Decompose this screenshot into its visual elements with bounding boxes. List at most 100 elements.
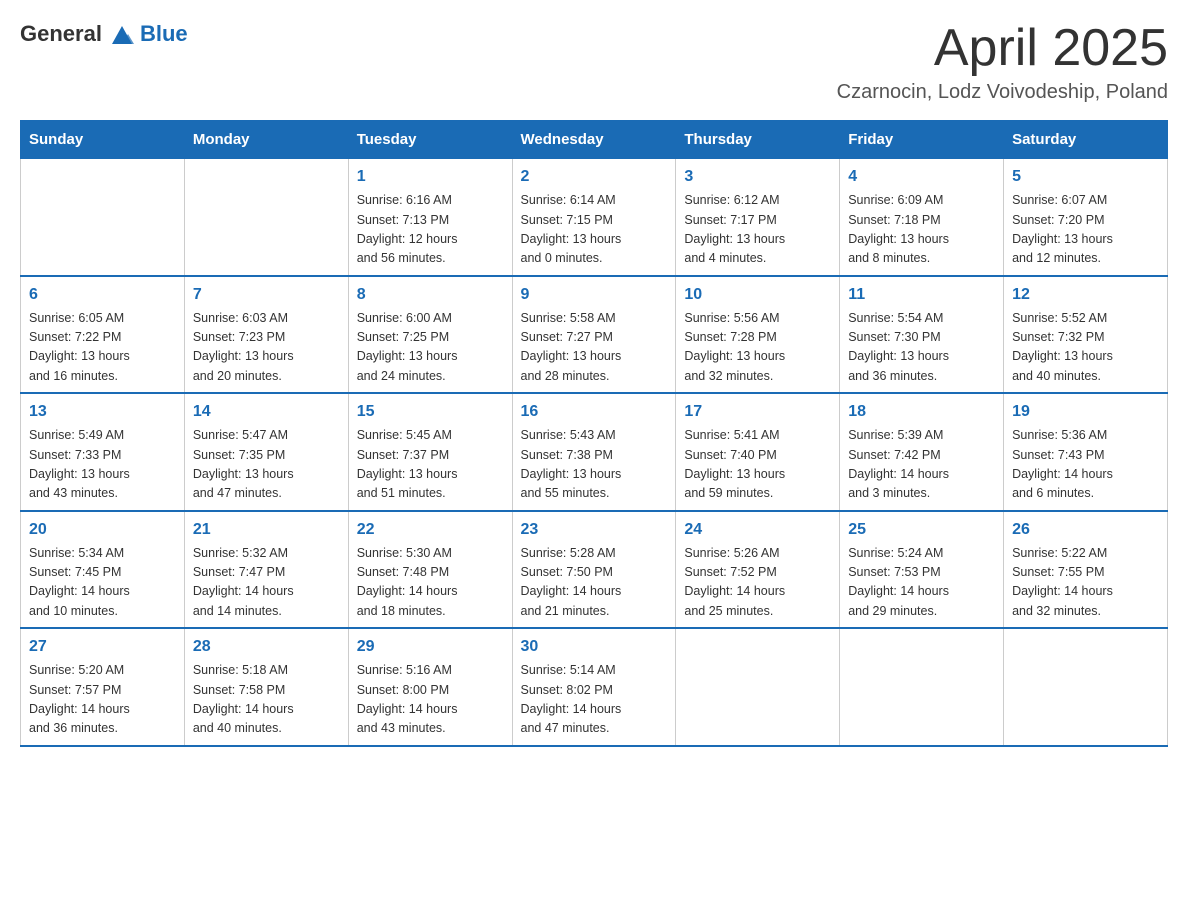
day-number: 10 [684, 283, 831, 307]
day-number: 18 [848, 400, 995, 424]
day-number: 17 [684, 400, 831, 424]
calendar-cell: 26Sunrise: 5:22 AMSunset: 7:55 PMDayligh… [1004, 511, 1168, 629]
calendar-cell: 17Sunrise: 5:41 AMSunset: 7:40 PMDayligh… [676, 393, 840, 511]
day-info: Sunrise: 5:47 AMSunset: 7:35 PMDaylight:… [193, 426, 340, 504]
day-info: Sunrise: 6:16 AMSunset: 7:13 PMDaylight:… [357, 191, 504, 269]
month-title: April 2025 [837, 20, 1168, 77]
location-subtitle: Czarnocin, Lodz Voivodeship, Poland [837, 81, 1168, 104]
logo-text-general: General [20, 21, 102, 47]
day-number: 21 [193, 518, 340, 542]
day-number: 15 [357, 400, 504, 424]
day-info: Sunrise: 5:49 AMSunset: 7:33 PMDaylight:… [29, 426, 176, 504]
day-number: 6 [29, 283, 176, 307]
day-info: Sunrise: 5:41 AMSunset: 7:40 PMDaylight:… [684, 426, 831, 504]
day-info: Sunrise: 5:14 AMSunset: 8:02 PMDaylight:… [521, 661, 668, 739]
calendar-table: SundayMondayTuesdayWednesdayThursdayFrid… [20, 120, 1168, 747]
calendar-cell: 3Sunrise: 6:12 AMSunset: 7:17 PMDaylight… [676, 159, 840, 276]
calendar-cell: 29Sunrise: 5:16 AMSunset: 8:00 PMDayligh… [348, 628, 512, 746]
day-number: 25 [848, 518, 995, 542]
day-info: Sunrise: 5:39 AMSunset: 7:42 PMDaylight:… [848, 426, 995, 504]
column-header-monday: Monday [184, 121, 348, 159]
calendar-week-row: 6Sunrise: 6:05 AMSunset: 7:22 PMDaylight… [21, 276, 1168, 394]
day-number: 30 [521, 635, 668, 659]
day-number: 20 [29, 518, 176, 542]
calendar-cell: 1Sunrise: 6:16 AMSunset: 7:13 PMDaylight… [348, 159, 512, 276]
calendar-header-row: SundayMondayTuesdayWednesdayThursdayFrid… [21, 121, 1168, 159]
calendar-cell [676, 628, 840, 746]
day-number: 4 [848, 165, 995, 189]
calendar-week-row: 27Sunrise: 5:20 AMSunset: 7:57 PMDayligh… [21, 628, 1168, 746]
calendar-cell: 15Sunrise: 5:45 AMSunset: 7:37 PMDayligh… [348, 393, 512, 511]
calendar-week-row: 20Sunrise: 5:34 AMSunset: 7:45 PMDayligh… [21, 511, 1168, 629]
day-number: 16 [521, 400, 668, 424]
day-number: 29 [357, 635, 504, 659]
calendar-cell: 25Sunrise: 5:24 AMSunset: 7:53 PMDayligh… [840, 511, 1004, 629]
day-info: Sunrise: 5:30 AMSunset: 7:48 PMDaylight:… [357, 544, 504, 622]
day-number: 11 [848, 283, 995, 307]
calendar-cell: 6Sunrise: 6:05 AMSunset: 7:22 PMDaylight… [21, 276, 185, 394]
calendar-cell [21, 159, 185, 276]
day-info: Sunrise: 5:56 AMSunset: 7:28 PMDaylight:… [684, 309, 831, 387]
column-header-thursday: Thursday [676, 121, 840, 159]
column-header-tuesday: Tuesday [348, 121, 512, 159]
calendar-cell: 13Sunrise: 5:49 AMSunset: 7:33 PMDayligh… [21, 393, 185, 511]
day-number: 13 [29, 400, 176, 424]
day-info: Sunrise: 5:52 AMSunset: 7:32 PMDaylight:… [1012, 309, 1159, 387]
day-info: Sunrise: 5:24 AMSunset: 7:53 PMDaylight:… [848, 544, 995, 622]
page-header: General Blue April 2025 Czarnocin, Lodz … [20, 20, 1168, 104]
day-info: Sunrise: 5:22 AMSunset: 7:55 PMDaylight:… [1012, 544, 1159, 622]
logo: General Blue [20, 20, 188, 48]
calendar-cell: 24Sunrise: 5:26 AMSunset: 7:52 PMDayligh… [676, 511, 840, 629]
day-info: Sunrise: 5:20 AMSunset: 7:57 PMDaylight:… [29, 661, 176, 739]
calendar-cell: 30Sunrise: 5:14 AMSunset: 8:02 PMDayligh… [512, 628, 676, 746]
column-header-wednesday: Wednesday [512, 121, 676, 159]
day-number: 22 [357, 518, 504, 542]
calendar-cell: 16Sunrise: 5:43 AMSunset: 7:38 PMDayligh… [512, 393, 676, 511]
day-info: Sunrise: 6:00 AMSunset: 7:25 PMDaylight:… [357, 309, 504, 387]
day-number: 5 [1012, 165, 1159, 189]
calendar-cell: 5Sunrise: 6:07 AMSunset: 7:20 PMDaylight… [1004, 159, 1168, 276]
day-info: Sunrise: 6:14 AMSunset: 7:15 PMDaylight:… [521, 191, 668, 269]
day-number: 2 [521, 165, 668, 189]
day-info: Sunrise: 5:43 AMSunset: 7:38 PMDaylight:… [521, 426, 668, 504]
calendar-cell: 21Sunrise: 5:32 AMSunset: 7:47 PMDayligh… [184, 511, 348, 629]
day-info: Sunrise: 5:34 AMSunset: 7:45 PMDaylight:… [29, 544, 176, 622]
calendar-cell: 20Sunrise: 5:34 AMSunset: 7:45 PMDayligh… [21, 511, 185, 629]
day-info: Sunrise: 6:05 AMSunset: 7:22 PMDaylight:… [29, 309, 176, 387]
calendar-cell: 7Sunrise: 6:03 AMSunset: 7:23 PMDaylight… [184, 276, 348, 394]
column-header-sunday: Sunday [21, 121, 185, 159]
calendar-cell: 11Sunrise: 5:54 AMSunset: 7:30 PMDayligh… [840, 276, 1004, 394]
day-info: Sunrise: 5:28 AMSunset: 7:50 PMDaylight:… [521, 544, 668, 622]
logo-icon [108, 20, 136, 48]
day-number: 19 [1012, 400, 1159, 424]
day-number: 3 [684, 165, 831, 189]
day-number: 12 [1012, 283, 1159, 307]
column-header-saturday: Saturday [1004, 121, 1168, 159]
title-block: April 2025 Czarnocin, Lodz Voivodeship, … [837, 20, 1168, 104]
calendar-cell: 23Sunrise: 5:28 AMSunset: 7:50 PMDayligh… [512, 511, 676, 629]
day-info: Sunrise: 5:45 AMSunset: 7:37 PMDaylight:… [357, 426, 504, 504]
day-number: 7 [193, 283, 340, 307]
calendar-cell: 9Sunrise: 5:58 AMSunset: 7:27 PMDaylight… [512, 276, 676, 394]
day-number: 8 [357, 283, 504, 307]
day-info: Sunrise: 6:12 AMSunset: 7:17 PMDaylight:… [684, 191, 831, 269]
logo-text-blue: Blue [140, 21, 188, 47]
calendar-cell: 10Sunrise: 5:56 AMSunset: 7:28 PMDayligh… [676, 276, 840, 394]
day-info: Sunrise: 6:07 AMSunset: 7:20 PMDaylight:… [1012, 191, 1159, 269]
day-number: 23 [521, 518, 668, 542]
day-info: Sunrise: 5:54 AMSunset: 7:30 PMDaylight:… [848, 309, 995, 387]
calendar-week-row: 13Sunrise: 5:49 AMSunset: 7:33 PMDayligh… [21, 393, 1168, 511]
day-info: Sunrise: 5:18 AMSunset: 7:58 PMDaylight:… [193, 661, 340, 739]
day-number: 1 [357, 165, 504, 189]
day-info: Sunrise: 5:36 AMSunset: 7:43 PMDaylight:… [1012, 426, 1159, 504]
calendar-cell: 8Sunrise: 6:00 AMSunset: 7:25 PMDaylight… [348, 276, 512, 394]
day-number: 26 [1012, 518, 1159, 542]
calendar-cell: 19Sunrise: 5:36 AMSunset: 7:43 PMDayligh… [1004, 393, 1168, 511]
day-number: 14 [193, 400, 340, 424]
calendar-cell: 22Sunrise: 5:30 AMSunset: 7:48 PMDayligh… [348, 511, 512, 629]
day-number: 27 [29, 635, 176, 659]
day-info: Sunrise: 5:16 AMSunset: 8:00 PMDaylight:… [357, 661, 504, 739]
day-info: Sunrise: 5:26 AMSunset: 7:52 PMDaylight:… [684, 544, 831, 622]
calendar-week-row: 1Sunrise: 6:16 AMSunset: 7:13 PMDaylight… [21, 159, 1168, 276]
day-info: Sunrise: 5:32 AMSunset: 7:47 PMDaylight:… [193, 544, 340, 622]
